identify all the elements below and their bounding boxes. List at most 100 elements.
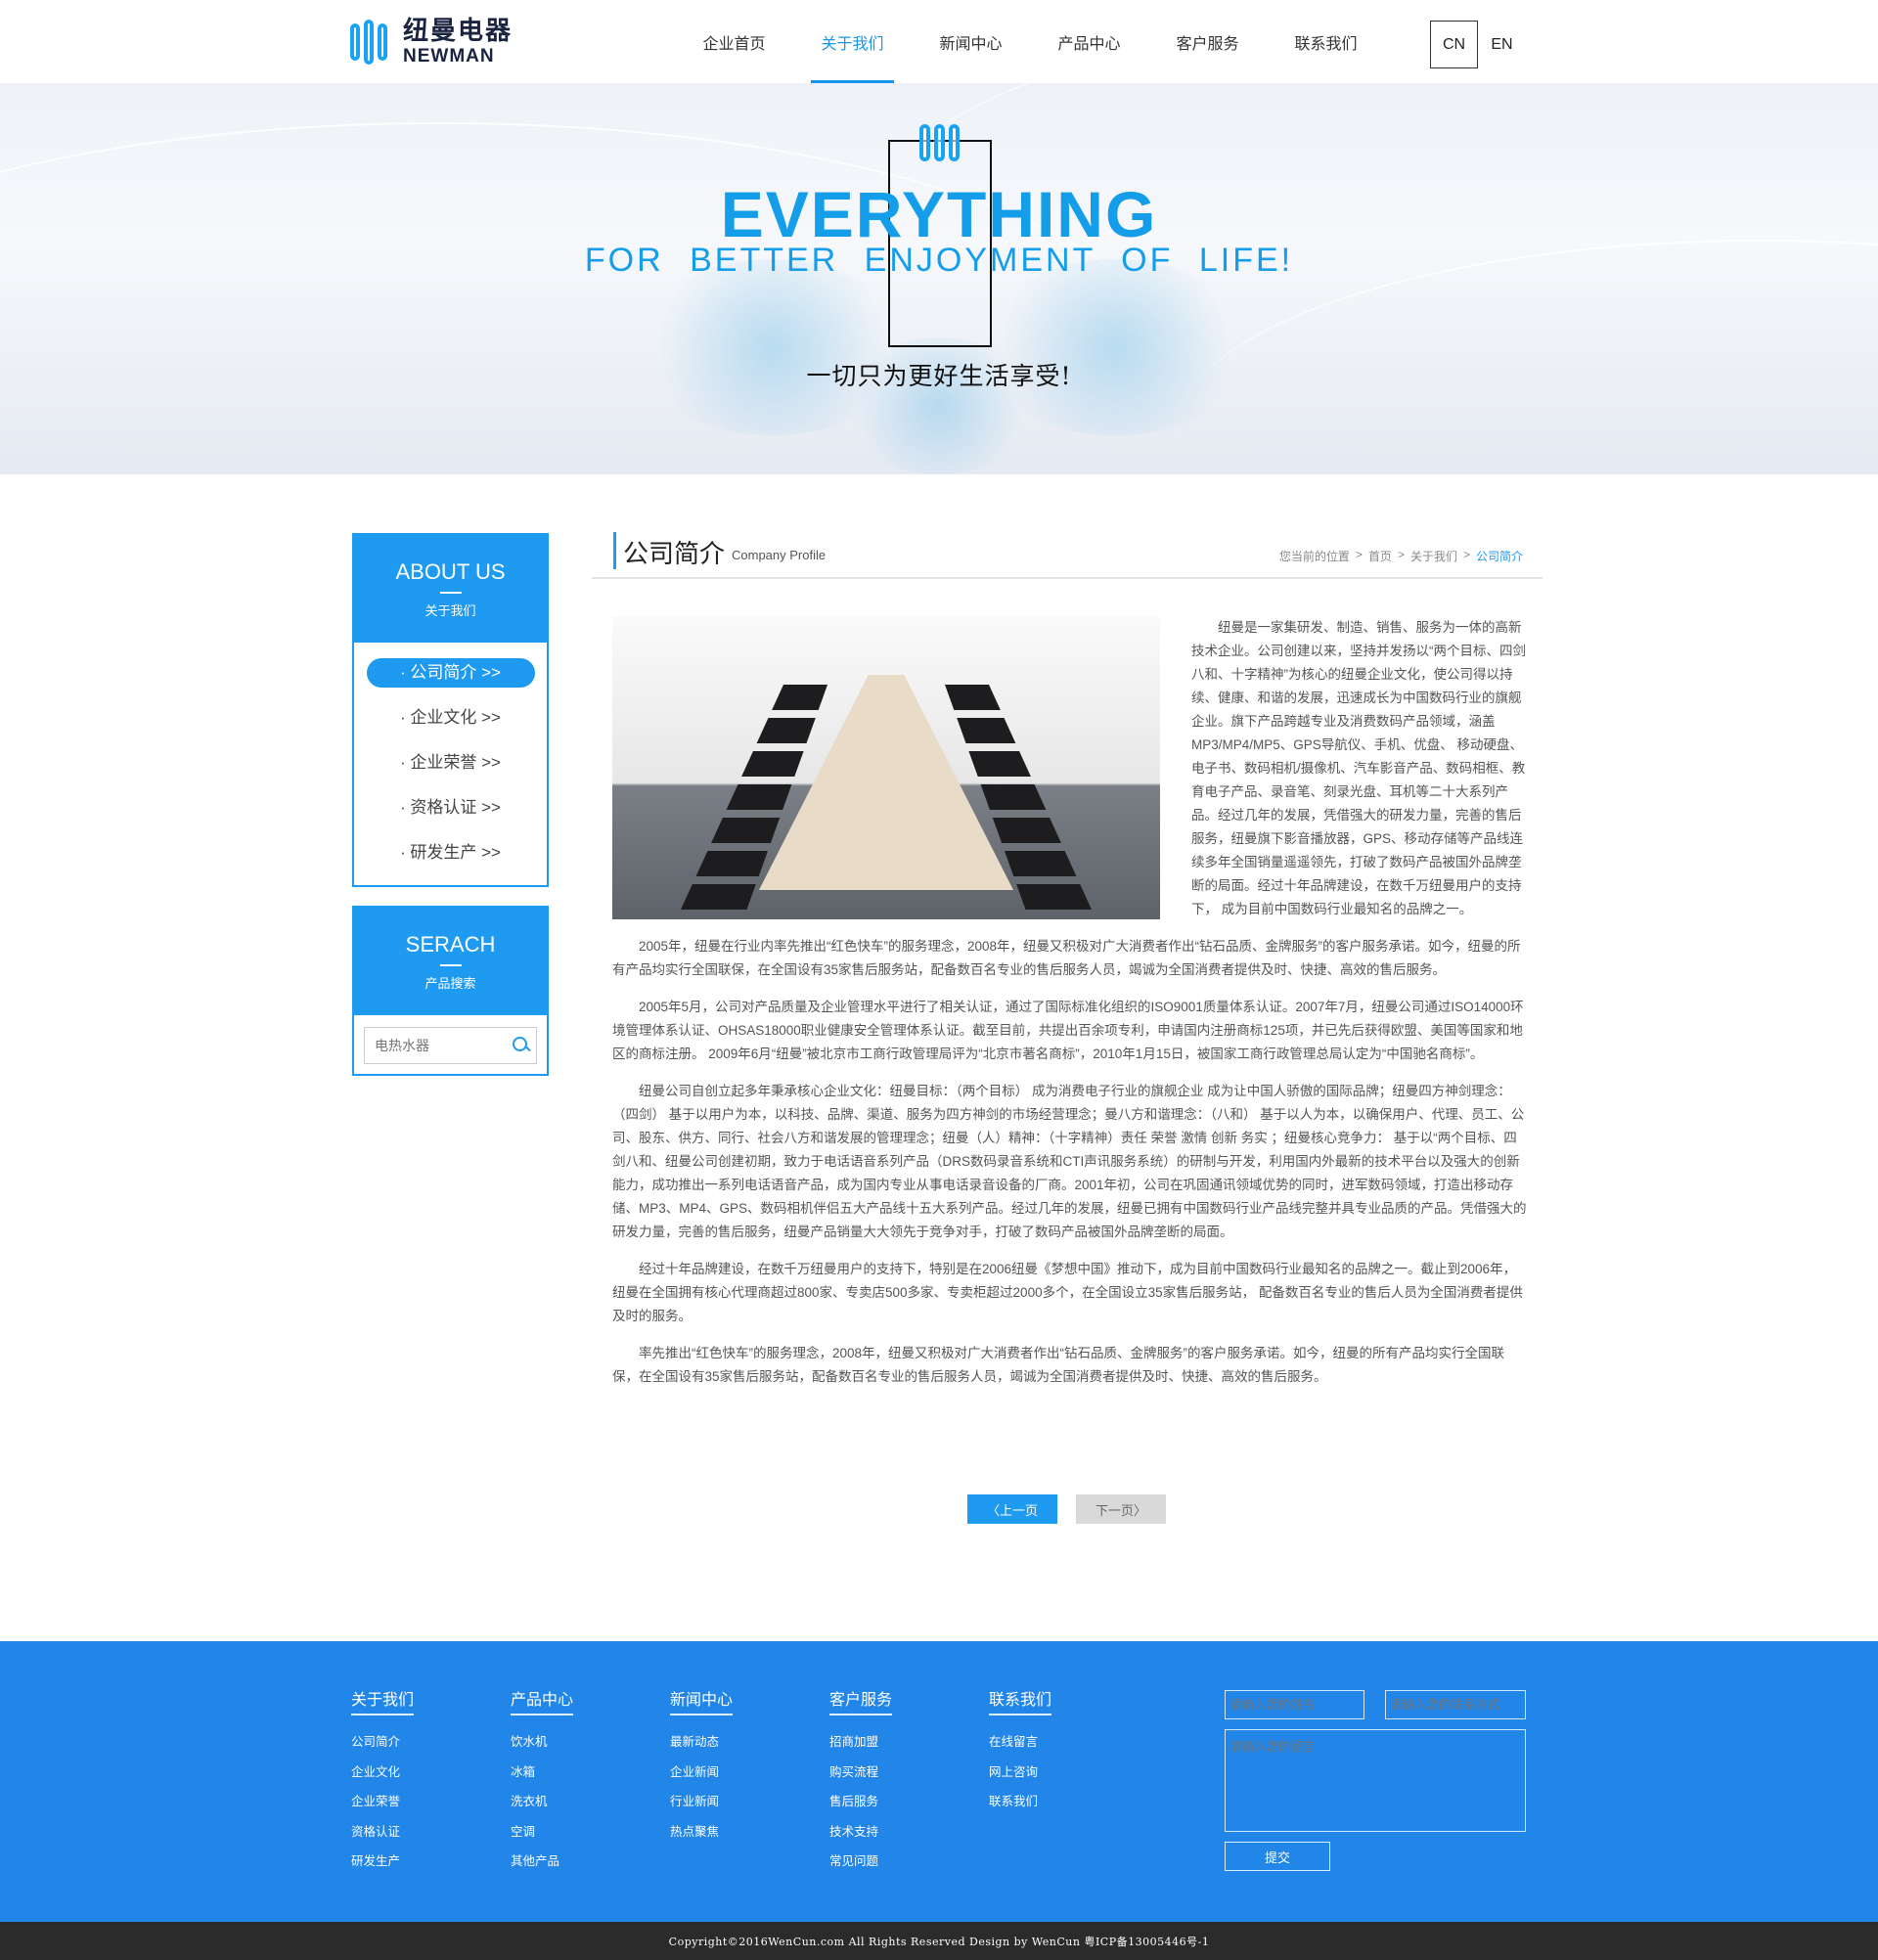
sidebar-search: SERACH 产品搜索 bbox=[352, 906, 549, 1076]
breadcrumb-separator: > bbox=[1397, 548, 1405, 561]
footer-link[interactable]: 常见问题 bbox=[829, 1847, 957, 1877]
brand-logo[interactable]: 纽曼电器 NEWMAN bbox=[350, 18, 513, 66]
logo-name-cn: 纽曼电器 bbox=[403, 16, 514, 45]
copyright-bar: Copyright©2016WenCun.com All Rights Rese… bbox=[0, 1922, 1878, 1960]
footer-col-title: 关于我们 bbox=[351, 1686, 415, 1715]
footer-col-title: 产品中心 bbox=[511, 1686, 574, 1715]
footer-link[interactable]: 企业新闻 bbox=[670, 1758, 797, 1788]
breadcrumb: 您当前的位置 > 首页 > 关于我们 > 公司简介 bbox=[1279, 548, 1523, 564]
breadcrumb-separator: > bbox=[1462, 548, 1470, 561]
logo-icon bbox=[350, 19, 393, 65]
search-input[interactable] bbox=[375, 1038, 512, 1053]
nav-item-home[interactable]: 企业首页 bbox=[675, 0, 793, 83]
sidebar-item-honors[interactable]: · 企业荣誉 >> bbox=[354, 740, 547, 785]
sidebar-item-label: · 企业文化 >> bbox=[400, 708, 501, 727]
footer-link[interactable]: 洗衣机 bbox=[511, 1787, 638, 1817]
site-footer: 关于我们 公司简介 企业文化 企业荣誉 资格认证 研发生产 产品中心 饮水机 冰… bbox=[0, 1641, 1878, 1922]
banner-headline: EVERYTHING bbox=[720, 178, 1158, 250]
sidebar-search-title: SERACH bbox=[405, 931, 496, 957]
page: 纽曼电器 NEWMAN 企业首页 关于我们 新闻中心 产品中心 客户服务 联系我… bbox=[0, 0, 1878, 1960]
title-accent-bar bbox=[613, 532, 616, 569]
nav-item-contact[interactable]: 联系我们 bbox=[1267, 0, 1385, 83]
footer-col-contact: 联系我们 在线留言 网上咨询 联系我们 bbox=[989, 1686, 1116, 1817]
breadcrumb-home[interactable]: 首页 bbox=[1368, 548, 1392, 564]
sidebar-item-certification[interactable]: · 资格认证 >> bbox=[354, 785, 547, 830]
footer-link[interactable]: 研发生产 bbox=[351, 1847, 478, 1877]
footer-link[interactable]: 冰箱 bbox=[511, 1758, 638, 1788]
sidebar-item-label: · 研发生产 >> bbox=[400, 843, 501, 862]
breadcrumb-separator: > bbox=[1355, 548, 1363, 561]
meeting-room-photo bbox=[612, 616, 1160, 919]
search-box bbox=[364, 1027, 537, 1064]
nav-item-news[interactable]: 新闻中心 bbox=[912, 0, 1030, 83]
footer-link[interactable]: 联系我们 bbox=[989, 1787, 1116, 1817]
footer-link[interactable]: 企业荣誉 bbox=[351, 1787, 478, 1817]
footer-col-news: 新闻中心 最新动态 企业新闻 行业新闻 热点聚焦 bbox=[670, 1686, 797, 1847]
banner-logo-icon bbox=[919, 124, 962, 163]
sidebar-divider bbox=[439, 963, 462, 966]
page-title: 公司简介 bbox=[623, 539, 726, 568]
sidebar-item-label: · 企业荣誉 >> bbox=[400, 753, 501, 772]
banner-subline: FOR BETTER ENJOYMENT OF LIFE! bbox=[584, 242, 1294, 279]
nav-item-products[interactable]: 产品中心 bbox=[1030, 0, 1148, 83]
footer-link[interactable]: 招商加盟 bbox=[829, 1727, 957, 1758]
footer-col-about: 关于我们 公司简介 企业文化 企业荣誉 资格认证 研发生产 bbox=[351, 1686, 478, 1877]
lang-en-button[interactable]: EN bbox=[1478, 21, 1526, 68]
footer-col-title: 联系我们 bbox=[989, 1686, 1052, 1715]
page-title-en: Company Profile bbox=[732, 548, 827, 562]
footer-link[interactable]: 最新动态 bbox=[670, 1727, 797, 1758]
footer-col-products: 产品中心 饮水机 冰箱 洗衣机 空调 其他产品 bbox=[511, 1686, 638, 1877]
sidebar-about-list: · 公司简介 >> · 企业文化 >> · 企业荣誉 >> · 资格认证 >> … bbox=[354, 643, 547, 885]
sidebar-about-title: ABOUT US bbox=[395, 558, 506, 584]
search-icon[interactable] bbox=[512, 1036, 530, 1055]
footer-link[interactable]: 公司简介 bbox=[351, 1727, 478, 1758]
footer-link[interactable]: 网上咨询 bbox=[989, 1758, 1116, 1788]
sidebar-item-label: · 资格认证 >> bbox=[400, 798, 501, 817]
nav-item-service[interactable]: 客户服务 bbox=[1148, 0, 1267, 83]
footer-link[interactable]: 其他产品 bbox=[511, 1847, 638, 1877]
hero-banner: EVERYTHING FOR BETTER ENJOYMENT OF LIFE!… bbox=[0, 83, 1878, 474]
footer-col-title: 新闻中心 bbox=[670, 1686, 734, 1715]
footer-col-service: 客户服务 招商加盟 购买流程 售后服务 技术支持 常见问题 bbox=[829, 1686, 957, 1877]
footer-link[interactable]: 购买流程 bbox=[829, 1758, 957, 1788]
article-paragraph: 经过十年品牌建设，在数千万纽曼用户的支持下，特别是在2006纽曼《梦想中国》推动… bbox=[612, 1262, 1523, 1323]
site-header: 纽曼电器 NEWMAN 企业首页 关于我们 新闻中心 产品中心 客户服务 联系我… bbox=[0, 0, 1878, 83]
lang-cn-button[interactable]: CN bbox=[1430, 21, 1478, 68]
sidebar-item-profile[interactable]: · 公司简介 >> bbox=[354, 650, 547, 695]
submit-button[interactable]: 提交 bbox=[1225, 1842, 1330, 1871]
footer-link[interactable]: 饮水机 bbox=[511, 1727, 638, 1758]
message-textarea[interactable] bbox=[1225, 1729, 1526, 1832]
sidebar-item-rnd[interactable]: · 研发生产 >> bbox=[354, 830, 547, 875]
footer-link[interactable]: 企业文化 bbox=[351, 1758, 478, 1788]
article-body: 纽曼是一家集研发、制造、销售、服务为一体的高新技术企业。公司创建以来，坚持并发扬… bbox=[612, 616, 1529, 1403]
sidebar-about: ABOUT US 关于我们 · 公司简介 >> · 企业文化 >> · 企业荣誉… bbox=[352, 533, 549, 887]
name-input[interactable] bbox=[1225, 1690, 1364, 1719]
footer-link[interactable]: 空调 bbox=[511, 1817, 638, 1848]
footer-link[interactable]: 技术支持 bbox=[829, 1817, 957, 1848]
footer-link[interactable]: 行业新闻 bbox=[670, 1787, 797, 1817]
breadcrumb-about[interactable]: 关于我们 bbox=[1410, 548, 1457, 564]
sidebar-about-subtitle: 关于我们 bbox=[425, 602, 476, 618]
contact-input[interactable] bbox=[1385, 1690, 1526, 1719]
logo-name-en: NEWMAN bbox=[403, 46, 495, 67]
sidebar-search-header: SERACH 产品搜索 bbox=[354, 908, 547, 1015]
sidebar-divider bbox=[439, 591, 462, 594]
next-page-button[interactable]: 下一页〉 bbox=[1076, 1494, 1166, 1524]
footer-link[interactable]: 售后服务 bbox=[829, 1787, 957, 1817]
footer-link[interactable]: 资格认证 bbox=[351, 1817, 478, 1848]
article-paragraph: 2005年5月，公司对产品质量及企业管理水平进行了相关认证，通过了国际标准化组织… bbox=[612, 1000, 1524, 1061]
content-header: 公司简介 Company Profile 您当前的位置 > 首页 > 关于我们 … bbox=[592, 528, 1543, 579]
language-switch: CN EN bbox=[1430, 21, 1526, 68]
sidebar-item-culture[interactable]: · 企业文化 >> bbox=[354, 695, 547, 740]
footer-link[interactable]: 热点聚焦 bbox=[670, 1817, 797, 1848]
sidebar-item-label: · 公司简介 >> bbox=[366, 658, 535, 688]
sidebar-search-subtitle: 产品搜索 bbox=[425, 975, 476, 991]
footer-col-title: 客户服务 bbox=[829, 1686, 893, 1715]
nav-item-about[interactable]: 关于我们 bbox=[793, 0, 912, 83]
breadcrumb-label: 您当前的位置 bbox=[1278, 550, 1350, 563]
breadcrumb-current[interactable]: 公司简介 bbox=[1476, 548, 1523, 564]
article-paragraph: 率先推出“红色快车”的服务理念，2008年，纽曼又积极对广大消费者作出“钻石品质… bbox=[612, 1346, 1505, 1384]
main-nav: 企业首页 关于我们 新闻中心 产品中心 客户服务 联系我们 bbox=[675, 0, 1385, 83]
footer-link[interactable]: 在线留言 bbox=[989, 1727, 1116, 1758]
prev-page-button[interactable]: 〈上一页 bbox=[967, 1494, 1057, 1524]
